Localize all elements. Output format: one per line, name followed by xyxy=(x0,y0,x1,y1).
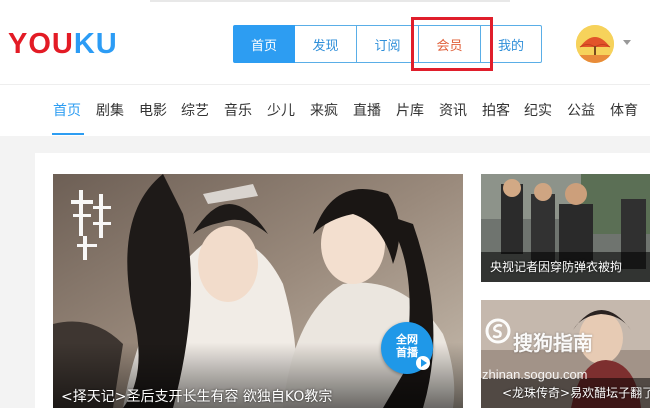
nav-home[interactable]: 首页 xyxy=(233,25,295,63)
channel-movies[interactable]: 电影 xyxy=(139,100,167,120)
channel-documentary[interactable]: 纪实 xyxy=(524,100,552,120)
main-nav: 首页 发现 订阅 会员 我的 xyxy=(233,25,542,63)
channel-kids[interactable]: 少儿 xyxy=(267,100,295,120)
logo-part-blue: KU xyxy=(73,28,118,60)
side-video-1[interactable]: 央视记者因穿防弹衣被拘 xyxy=(481,174,650,282)
badge-line1: 全网 xyxy=(396,333,418,346)
channel-bar: 首页 剧集 电影 综艺 音乐 少儿 来疯 直播 片库 资讯 拍客 纪实 公益 体… xyxy=(0,84,650,136)
avatar-umbrella-icon xyxy=(576,25,614,63)
channel-variety[interactable]: 综艺 xyxy=(181,100,209,120)
channel-home[interactable]: 首页 xyxy=(53,100,81,120)
channel-news[interactable]: 资讯 xyxy=(439,100,467,120)
nav-discover[interactable]: 发现 xyxy=(295,25,357,63)
avatar[interactable] xyxy=(576,25,614,63)
active-channel-underline xyxy=(52,133,84,135)
sogou-logo-icon xyxy=(485,318,511,348)
channel-live[interactable]: 直播 xyxy=(353,100,381,120)
channel-music[interactable]: 音乐 xyxy=(224,100,252,120)
logo-part-red: YOU xyxy=(8,28,74,60)
youku-logo[interactable]: YOUKU xyxy=(8,28,118,61)
highlight-box xyxy=(411,17,493,71)
caret-down-icon[interactable] xyxy=(623,40,631,45)
channel-laifeng[interactable]: 来疯 xyxy=(310,100,338,120)
hero-caption[interactable]: <择天记>圣后支开长生有容 欲独自KO教宗 xyxy=(61,386,332,406)
channel-paike[interactable]: 拍客 xyxy=(482,100,510,120)
nav-subscribe[interactable]: 订阅 xyxy=(357,25,419,63)
side-video-2-caption[interactable]: <龙珠传奇>易欢醋坛子翻了 xyxy=(502,384,650,401)
channel-series[interactable]: 剧集 xyxy=(96,100,124,120)
channel-library[interactable]: 片库 xyxy=(396,100,424,120)
watermark-text: 搜狗指南 xyxy=(513,331,593,355)
side-video-1-caption[interactable]: 央视记者因穿防弹衣被拘 xyxy=(490,258,622,275)
header: YOUKU 首页 发现 订阅 会员 我的 xyxy=(0,0,650,84)
play-icon xyxy=(416,356,430,370)
channel-charity[interactable]: 公益 xyxy=(567,100,595,120)
watermark-url: zhinan.sogou.com xyxy=(482,367,588,382)
premiere-badge: 全网 首播 xyxy=(381,322,433,374)
channel-sports[interactable]: 体育 xyxy=(610,100,638,120)
